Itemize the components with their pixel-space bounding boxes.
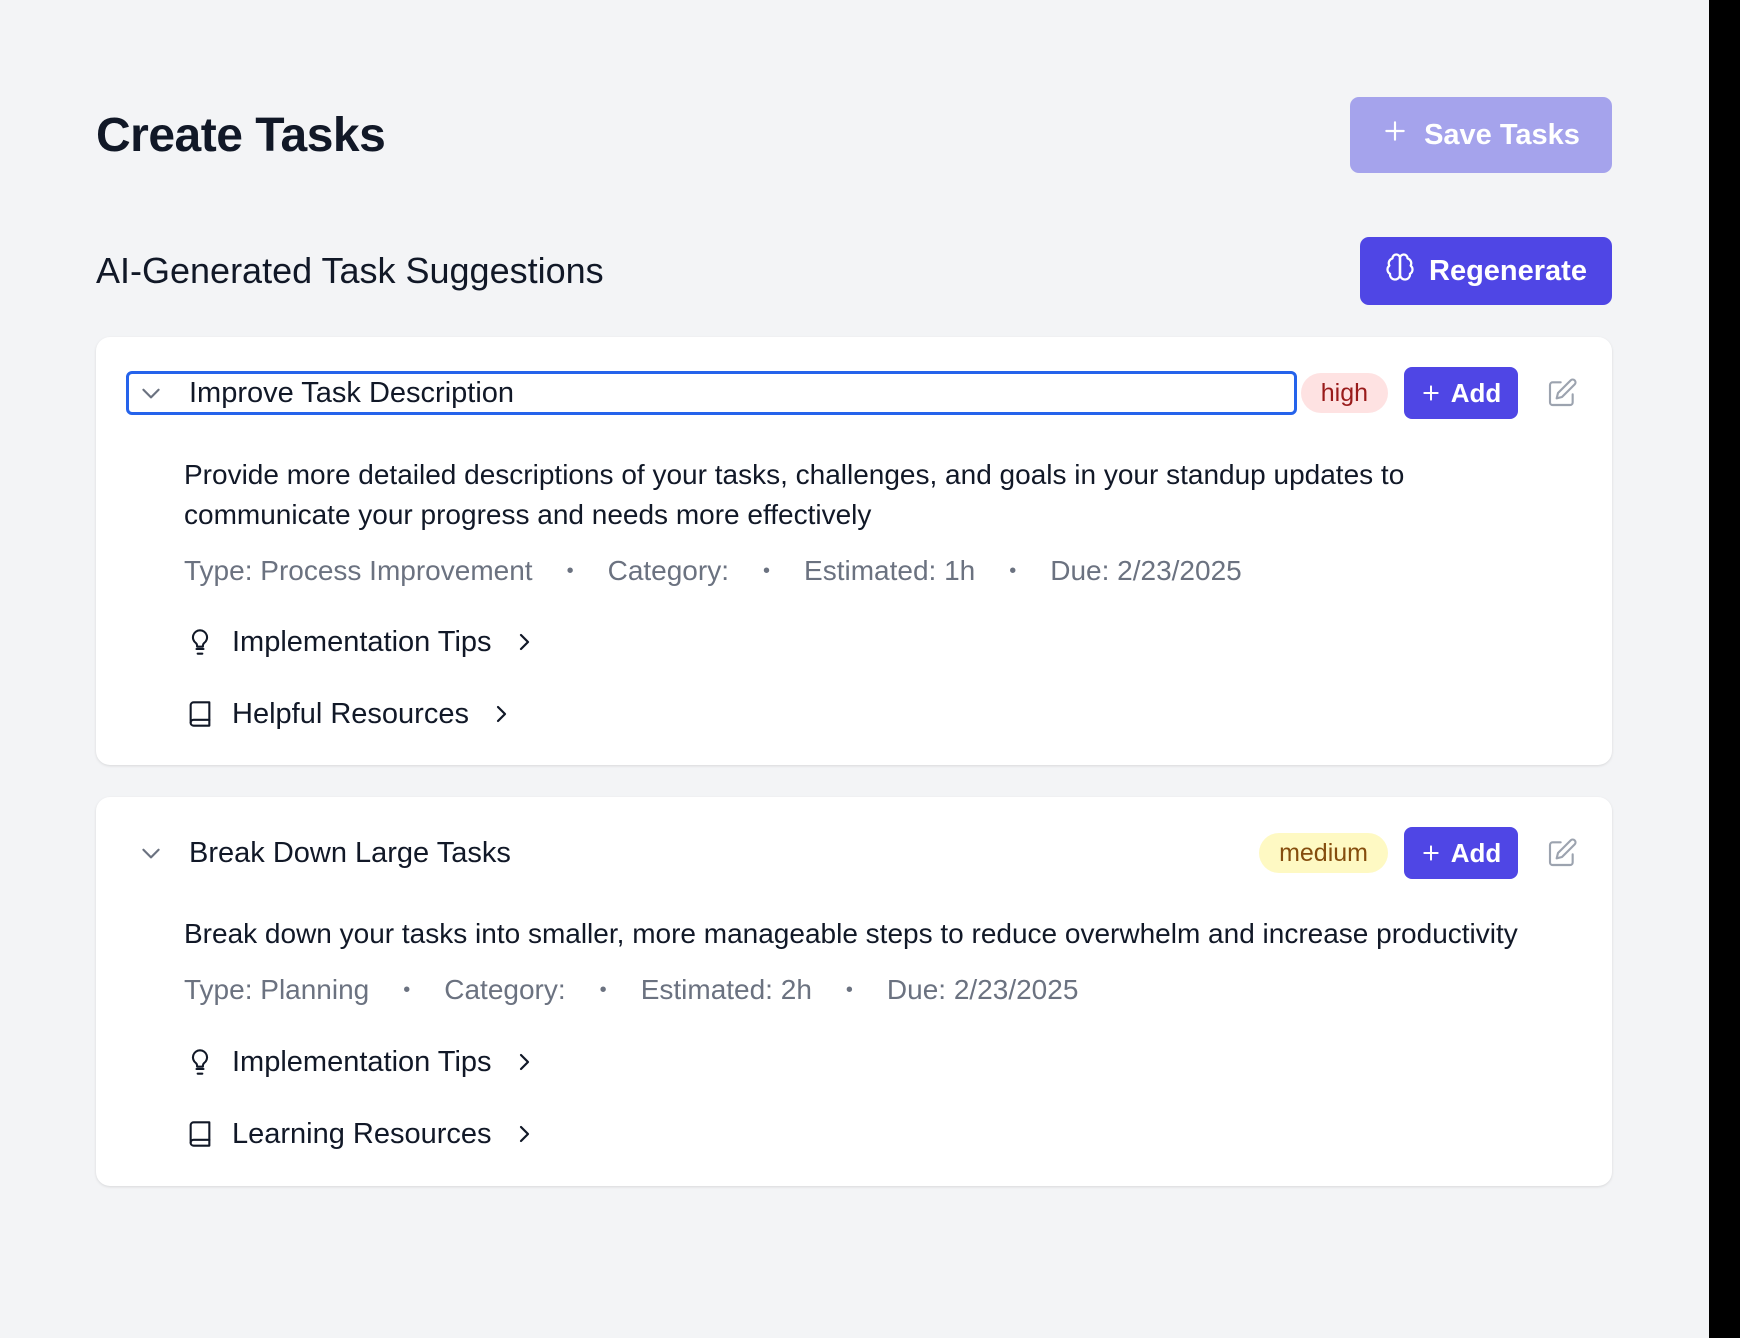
regenerate-button[interactable]: Regenerate [1360, 237, 1612, 305]
separator-dot: • [599, 978, 607, 1001]
edit-icon [1548, 378, 1577, 407]
regenerate-label: Regenerate [1429, 254, 1587, 287]
implementation-tips-label: Implementation Tips [232, 1045, 492, 1078]
task-estimate: Estimated: 2h [640, 974, 812, 1005]
priority-badge: high [1300, 373, 1388, 413]
priority-badge: medium [1259, 833, 1388, 873]
task-type: Type: Process Improvement [184, 555, 533, 586]
task-title: Break Down Large Tasks [189, 836, 511, 869]
task-meta: Type: Process Improvement • Category: • … [184, 551, 1572, 591]
chevron-down-icon[interactable] [135, 377, 167, 409]
separator-dot: • [403, 978, 411, 1001]
separator-dot: • [763, 559, 771, 582]
book-icon [184, 1118, 216, 1150]
task-category: Category: [444, 974, 566, 1005]
resources-toggle[interactable]: Helpful Resources [184, 694, 515, 734]
separator-dot: • [566, 559, 574, 582]
task-title: Improve Task Description [189, 376, 515, 409]
task-description: Provide more detailed descriptions of yo… [184, 459, 1405, 530]
chevron-right-icon [510, 1048, 538, 1076]
task-title-field[interactable]: Improve Task Description [126, 371, 1297, 415]
task-due: Due: 2/23/2025 [886, 974, 1079, 1005]
task-category: Category: [607, 555, 729, 586]
plus-icon [1423, 385, 1439, 401]
plus-icon [1423, 845, 1439, 861]
lightbulb-icon [184, 626, 216, 658]
chevron-right-icon [510, 1120, 538, 1148]
task-description: Break down your tasks into smaller, more… [184, 918, 1518, 949]
suggestions-header: AI-Generated Task Suggestions Regenerate [96, 237, 1612, 305]
task-card: Improve Task Description high Add Provid… [96, 337, 1612, 765]
chevron-down-icon[interactable] [135, 837, 167, 869]
separator-dot: • [845, 978, 853, 1001]
window-edge [1709, 0, 1740, 1338]
task-card-header: Improve Task Description high Add [126, 367, 1582, 419]
section-title: AI-Generated Task Suggestions [96, 250, 604, 291]
edit-icon [1548, 838, 1577, 867]
page-title: Create Tasks [96, 108, 386, 162]
implementation-tips-toggle[interactable]: Implementation Tips [184, 1042, 538, 1082]
chevron-right-icon [487, 700, 515, 728]
brain-icon [1385, 252, 1415, 290]
plus-icon [1382, 118, 1408, 152]
task-due: Due: 2/23/2025 [1050, 555, 1242, 586]
add-task-button[interactable]: Add [1404, 827, 1518, 879]
implementation-tips-label: Implementation Tips [232, 625, 492, 658]
save-tasks-label: Save Tasks [1424, 118, 1580, 151]
task-meta: Type: Planning • Category: • Estimated: … [184, 970, 1572, 1010]
task-type: Type: Planning [184, 974, 370, 1005]
task-estimate: Estimated: 1h [804, 555, 976, 586]
add-task-button[interactable]: Add [1404, 367, 1518, 419]
add-label: Add [1450, 837, 1502, 868]
save-tasks-button[interactable]: Save Tasks [1350, 97, 1612, 173]
resources-label: Helpful Resources [232, 697, 469, 730]
page-header: Create Tasks Save Tasks [96, 97, 1612, 173]
edit-task-button[interactable] [1542, 373, 1582, 413]
chevron-right-icon [510, 628, 538, 656]
add-label: Add [1450, 377, 1502, 408]
edit-task-button[interactable] [1542, 833, 1582, 873]
task-title-field[interactable]: Break Down Large Tasks [126, 831, 1255, 875]
lightbulb-icon [184, 1046, 216, 1078]
book-icon [184, 698, 216, 730]
separator-dot: • [1009, 559, 1017, 582]
task-card-header: Break Down Large Tasks medium Add [126, 827, 1582, 879]
implementation-tips-toggle[interactable]: Implementation Tips [184, 622, 538, 662]
resources-label: Learning Resources [232, 1117, 492, 1150]
resources-toggle[interactable]: Learning Resources [184, 1114, 538, 1154]
task-card: Break Down Large Tasks medium Add Break … [96, 797, 1612, 1186]
